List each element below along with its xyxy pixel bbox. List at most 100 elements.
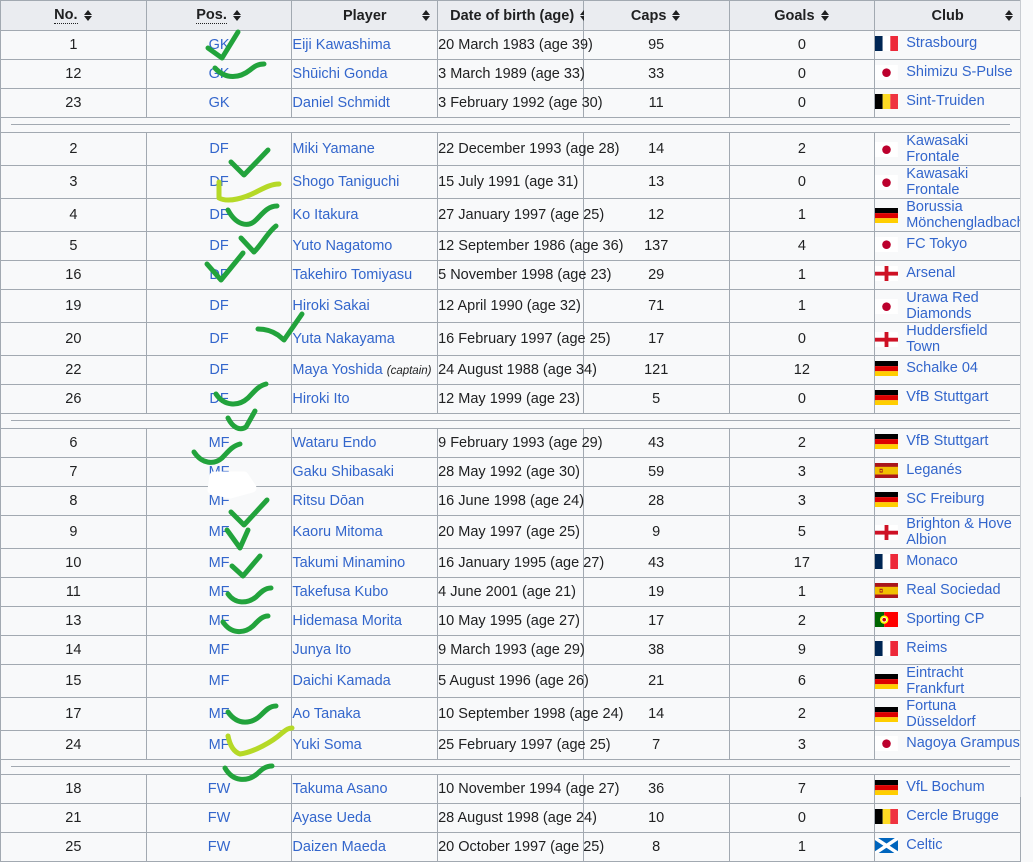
- player-link[interactable]: Takumi Minamino: [292, 555, 405, 571]
- position-link[interactable]: DF: [209, 174, 228, 190]
- position-link[interactable]: MF: [209, 737, 230, 753]
- column-header-club[interactable]: Club: [874, 0, 1021, 31]
- position-link[interactable]: MF: [209, 435, 230, 451]
- player-link[interactable]: Yuta Nakayama: [292, 331, 394, 347]
- table-row[interactable]: 20 DF Yuta Nakayama 16 February 1997 (age 2…: [0, 322, 1021, 356]
- club-link[interactable]: Nagoya Grampus: [906, 735, 1020, 751]
- position-link[interactable]: DF: [209, 391, 228, 407]
- club-link[interactable]: VfB Stuttgart: [906, 433, 988, 449]
- player-link[interactable]: Ritsu Dōan: [292, 493, 364, 509]
- position-link[interactable]: FW: [208, 839, 231, 855]
- club-link[interactable]: VfB Stuttgart: [906, 389, 988, 405]
- club-link[interactable]: Kawasaki Frontale: [906, 166, 1020, 198]
- column-header-goals[interactable]: Goals: [728, 0, 876, 31]
- position-link[interactable]: MF: [209, 555, 230, 571]
- table-row[interactable]: 22 DF Maya Yoshida (captain) 24 August 1988…: [0, 355, 1021, 385]
- player-link[interactable]: Junya Ito: [292, 642, 351, 658]
- table-row[interactable]: 14 MF Junya Ito 9 March 1993 (age 29) 38 9 Rei…: [0, 635, 1021, 665]
- club-link[interactable]: Kawasaki Frontale: [906, 133, 1020, 165]
- club-link[interactable]: Sporting CP: [906, 611, 984, 627]
- table-row[interactable]: 5 DF Yuto Nagatomo 12 September 1986 (age 3…: [0, 231, 1021, 261]
- table-row[interactable]: 7 MF Gaku Shibasaki 28 May 1992 (age 30) 59 3…: [0, 457, 1021, 487]
- player-link[interactable]: Ao Tanaka: [292, 706, 360, 722]
- player-link[interactable]: Takuma Asano: [292, 781, 387, 797]
- position-link[interactable]: DF: [209, 207, 228, 223]
- table-row[interactable]: 25 FW Daizen Maeda 20 October 1997 (age 25)…: [0, 832, 1021, 862]
- table-row[interactable]: 18 FW Takuma Asano 10 November 1994 (age 27…: [0, 774, 1021, 804]
- position-link[interactable]: MF: [209, 613, 230, 629]
- club-link[interactable]: Real Sociedad: [906, 582, 1000, 598]
- club-link[interactable]: Strasbourg: [906, 35, 977, 51]
- position-link[interactable]: DF: [209, 141, 228, 157]
- position-link[interactable]: DF: [209, 267, 228, 283]
- column-header-pos[interactable]: Pos.: [145, 0, 293, 31]
- club-link[interactable]: Eintracht Frankfurt: [906, 665, 1020, 697]
- table-row[interactable]: 26 DF Hiroki Ito 12 May 1999 (age 23) 5 0 VfB …: [0, 384, 1021, 414]
- position-link[interactable]: GK: [209, 95, 230, 111]
- player-link[interactable]: Daichi Kamada: [292, 673, 390, 689]
- table-row[interactable]: 23 GK Daniel Schmidt 3 February 1992 (age 3…: [0, 88, 1021, 118]
- position-link[interactable]: MF: [209, 493, 230, 509]
- club-link[interactable]: Monaco: [906, 553, 958, 569]
- table-row[interactable]: 9 MF Kaoru Mitoma 20 May 1997 (age 25) 9 5 Bri…: [0, 515, 1021, 549]
- player-link[interactable]: Daniel Schmidt: [292, 95, 390, 111]
- player-link[interactable]: Eiji Kawashima: [292, 37, 390, 53]
- sort-arrow-icon[interactable]: [83, 9, 93, 22]
- table-row[interactable]: 1 GK Eiji Kawashima 20 March 1983 (age 39) 9…: [0, 30, 1021, 60]
- position-link[interactable]: MF: [209, 584, 230, 600]
- player-link[interactable]: Daizen Maeda: [292, 839, 386, 855]
- position-link[interactable]: GK: [209, 66, 230, 82]
- player-link[interactable]: Yuto Nagatomo: [292, 238, 392, 254]
- sort-arrow-icon[interactable]: [672, 9, 681, 22]
- table-row[interactable]: 16 DF Takehiro Tomiyasu 5 November 1998 (ag…: [0, 260, 1021, 290]
- player-link[interactable]: Miki Yamane: [292, 141, 374, 157]
- sort-arrow-icon[interactable]: [232, 9, 242, 22]
- club-link[interactable]: Urawa Red Diamonds: [906, 290, 1020, 322]
- club-link[interactable]: Borussia Mönchengladbach: [906, 199, 1025, 231]
- sort-arrow-icon[interactable]: [820, 9, 830, 22]
- player-link[interactable]: Kaoru Mitoma: [292, 524, 382, 540]
- club-link[interactable]: Brighton & Hove Albion: [906, 516, 1020, 548]
- player-link[interactable]: Ayase Ueda: [292, 810, 371, 826]
- player-link[interactable]: Shūichi Gonda: [292, 66, 387, 82]
- table-row[interactable]: 12 GK Shūichi Gonda 3 March 1989 (age 33) 33…: [0, 59, 1021, 89]
- table-row[interactable]: 19 DF Hiroki Sakai 12 April 1990 (age 32) 71…: [0, 289, 1021, 323]
- table-row[interactable]: 10 MF Takumi Minamino 16 January 1995 (age …: [0, 548, 1021, 578]
- table-row[interactable]: 11 MF Takefusa Kubo 4 June 2001 (age 21) 19 1…: [0, 577, 1021, 607]
- column-header-dob[interactable]: Date of birth (age): [437, 0, 589, 31]
- player-link[interactable]: Hiroki Ito: [292, 391, 349, 407]
- player-link[interactable]: Takefusa Kubo: [292, 584, 388, 600]
- column-header-player[interactable]: Player: [291, 0, 439, 31]
- player-link[interactable]: Shogo Taniguchi: [292, 174, 399, 190]
- table-row[interactable]: 2 DF Miki Yamane 22 December 1993 (age 28) 1…: [0, 132, 1021, 166]
- club-link[interactable]: FC Tokyo: [906, 236, 967, 252]
- table-row[interactable]: 21 FW Ayase Ueda 28 August 1998 (age 24) 10 0…: [0, 803, 1021, 833]
- position-link[interactable]: MF: [209, 464, 230, 480]
- column-header-caps[interactable]: Caps: [582, 0, 730, 31]
- sort-arrow-icon[interactable]: [1005, 9, 1014, 22]
- position-link[interactable]: DF: [209, 298, 228, 314]
- club-link[interactable]: Fortuna Düsseldorf: [906, 698, 1020, 730]
- player-link[interactable]: Hiroki Sakai: [292, 298, 369, 314]
- position-link[interactable]: DF: [209, 362, 228, 378]
- position-link[interactable]: MF: [209, 524, 230, 540]
- club-link[interactable]: Shimizu S-Pulse: [906, 64, 1012, 80]
- player-link[interactable]: Takehiro Tomiyasu: [292, 267, 412, 283]
- club-link[interactable]: Schalke 04: [906, 360, 978, 376]
- position-link[interactable]: DF: [209, 238, 228, 254]
- position-link[interactable]: GK: [209, 37, 230, 53]
- position-link[interactable]: MF: [209, 673, 230, 689]
- table-row[interactable]: 6 MF Wataru Endo 9 February 1993 (age 29) 43…: [0, 428, 1021, 458]
- position-link[interactable]: MF: [209, 706, 230, 722]
- sort-arrow-icon[interactable]: [422, 9, 431, 22]
- table-row[interactable]: 13 MF Hidemasa Morita 10 May 1995 (age 27) 1…: [0, 606, 1021, 636]
- club-link[interactable]: Cercle Brugge: [906, 808, 999, 824]
- club-link[interactable]: Celtic: [906, 837, 942, 853]
- player-link[interactable]: Wataru Endo: [292, 435, 376, 451]
- column-header-no[interactable]: No.: [0, 0, 147, 31]
- club-link[interactable]: Sint-Truiden: [906, 93, 984, 109]
- position-link[interactable]: MF: [209, 642, 230, 658]
- table-row[interactable]: 8 MF Ritsu Dōan 16 June 1998 (age 24) 28 3 SC …: [0, 486, 1021, 516]
- club-link[interactable]: SC Freiburg: [906, 491, 984, 507]
- position-link[interactable]: FW: [208, 781, 231, 797]
